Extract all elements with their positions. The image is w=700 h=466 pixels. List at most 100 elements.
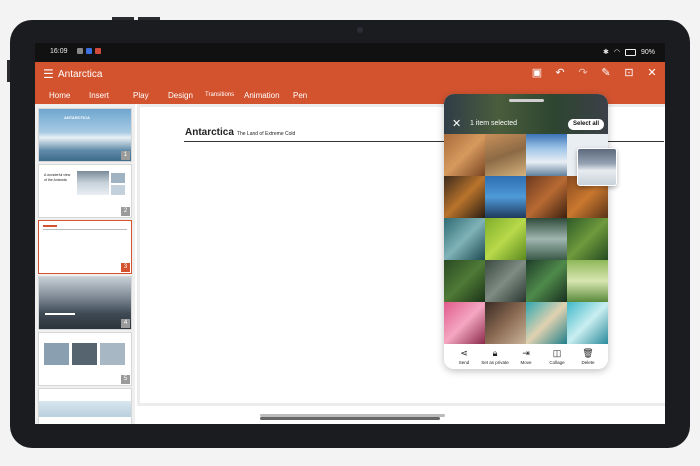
tab-design[interactable]: Design (168, 91, 193, 100)
status-time: 16:09 (50, 48, 68, 55)
collage-button[interactable]: ◫ Collage (541, 348, 573, 365)
tab-insert[interactable]: Insert (89, 91, 109, 100)
move-label: Move (520, 360, 532, 365)
app-icon-blue (86, 48, 92, 54)
slide-thumbnail-6[interactable] (38, 388, 132, 424)
photo-tile[interactable] (526, 134, 567, 176)
collage-label: Collage (549, 360, 565, 365)
photo-tile[interactable] (526, 302, 567, 344)
battery-level: 90% (640, 48, 655, 56)
send-button[interactable]: ⋖ Send (448, 348, 480, 365)
save-icon[interactable]: ▣ (530, 66, 544, 80)
screen: 16:09 ✱ ◠ 90% ☰ Antarctica ▣ ↶ ↷ ✎ ⊡ ✕ H… (35, 43, 665, 424)
slide-4-caption-line (45, 313, 75, 315)
close-icon[interactable]: ✕ (645, 66, 659, 80)
photo-tile[interactable] (485, 260, 526, 302)
slide-number: 3 (121, 263, 130, 272)
slide-2-image-main (77, 171, 109, 195)
photo-tile[interactable] (444, 176, 485, 218)
close-icon[interactable]: ✕ (452, 119, 461, 130)
tab-pen[interactable]: Pen (293, 91, 307, 100)
slide-2-image-small (111, 173, 125, 183)
slide-5-image-2 (72, 343, 97, 365)
move-button[interactable]: ⇥ Move (510, 348, 542, 365)
fullscreen-icon[interactable]: ⊡ (622, 66, 636, 80)
slide-number: 5 (121, 375, 130, 384)
tab-transitions[interactable]: Transitions (205, 92, 234, 98)
app-titlebar: ☰ Antarctica ▣ ↶ ↷ ✎ ⊡ ✕ (35, 62, 665, 87)
select-all-button[interactable]: Select all (568, 119, 605, 130)
app-icon-red (95, 48, 101, 54)
photo-tile[interactable] (444, 134, 485, 176)
document-title: Antarctica (58, 69, 103, 80)
photo-tile[interactable] (567, 260, 608, 302)
photo-tile[interactable] (485, 176, 526, 218)
slide-title[interactable]: Antarctica The Land of Extreme Cold (185, 127, 295, 138)
title-toolbar: ▣ ↶ ↷ ✎ ⊡ ✕ (530, 66, 659, 80)
slide-number: 4 (121, 319, 130, 328)
status-app-icons (77, 48, 101, 54)
move-icon: ⇥ (522, 348, 530, 358)
photo-tile[interactable] (567, 302, 608, 344)
slide-1-title: ANTARCTICA (64, 115, 90, 120)
front-camera (357, 27, 363, 33)
photo-tile[interactable] (567, 218, 608, 260)
lock-icon: 🔒︎ (492, 348, 498, 358)
photo-tile[interactable] (526, 260, 567, 302)
redo-icon[interactable]: ↷ (576, 66, 590, 80)
photo-tile[interactable] (526, 218, 567, 260)
delete-label: Delete (581, 360, 595, 365)
photo-tile[interactable] (526, 176, 567, 218)
slide-thumbnails-panel: ANTARCTICA 1 A wonderful view of the Ant… (35, 104, 135, 424)
collage-icon: ◫ (552, 348, 562, 358)
slide-3-rule (43, 229, 127, 230)
share-icon: ⋖ (460, 348, 468, 358)
slide-2-image-small-2 (111, 185, 125, 195)
home-indicator[interactable] (260, 417, 440, 420)
pen-icon[interactable]: ✎ (599, 66, 613, 80)
battery-icon (624, 48, 636, 56)
undo-icon[interactable]: ↶ (553, 66, 567, 80)
slide-number: 1 (121, 151, 130, 160)
slide-thumbnail-3[interactable]: 3 (38, 220, 132, 274)
photo-tile[interactable] (485, 134, 526, 176)
slide-thumbnail-4[interactable]: 4 (38, 276, 132, 330)
volume-button (112, 17, 134, 20)
bluetooth-icon: ✱ (603, 49, 609, 56)
slide-thumbnail-1[interactable]: ANTARCTICA 1 (38, 108, 132, 162)
slide-thumbnail-5[interactable]: 5 (38, 332, 132, 386)
photo-tile[interactable] (485, 218, 526, 260)
slide-6-image (39, 401, 131, 417)
tab-animation[interactable]: Animation (244, 91, 280, 100)
send-label: Send (458, 360, 470, 365)
dragged-photo[interactable] (577, 148, 617, 186)
set-private-label: Set as private (481, 360, 509, 365)
delete-button[interactable]: 🗑︎ Delete (572, 348, 604, 365)
gallery-drag-panel: ✕ 1 item selected Select all ⋖ Send 🔒︎ S… (444, 94, 608, 369)
drag-handle[interactable] (509, 99, 544, 102)
settings-icon (77, 48, 83, 54)
tab-play[interactable]: Play (133, 91, 149, 100)
slide-subtitle: The Land of Extreme Cold (236, 131, 296, 137)
hamburger-menu-icon[interactable]: ☰ (43, 68, 54, 80)
slide-4-image (39, 277, 131, 329)
slide-title-text: Antarctica (185, 127, 234, 138)
volume-button-2 (138, 17, 160, 20)
set-private-button[interactable]: 🔒︎ Set as private (479, 348, 511, 365)
trash-icon: 🗑︎ (582, 348, 594, 358)
slide-5-image-3 (100, 343, 125, 365)
photo-tile[interactable] (444, 218, 485, 260)
slide-thumbnail-2[interactable]: A wonderful view of the Antarctic 2 (38, 164, 132, 218)
gallery-header: ✕ 1 item selected Select all (444, 94, 608, 134)
status-right: ✱ ◠ 90% (603, 48, 655, 56)
photo-tile[interactable] (485, 302, 526, 344)
slide-3-title-line (43, 225, 57, 227)
gallery-action-bar: ⋖ Send 🔒︎ Set as private ⇥ Move ◫ Collag… (444, 344, 608, 369)
photo-tile[interactable] (444, 260, 485, 302)
status-bar: 16:09 ✱ ◠ 90% (35, 43, 665, 62)
photo-tile[interactable] (444, 302, 485, 344)
tab-home[interactable]: Home (49, 91, 70, 100)
slide-5-image-1 (44, 343, 69, 365)
slide-number: 2 (121, 207, 130, 216)
slide-2-text: A wonderful view of the Antarctic (44, 173, 71, 182)
